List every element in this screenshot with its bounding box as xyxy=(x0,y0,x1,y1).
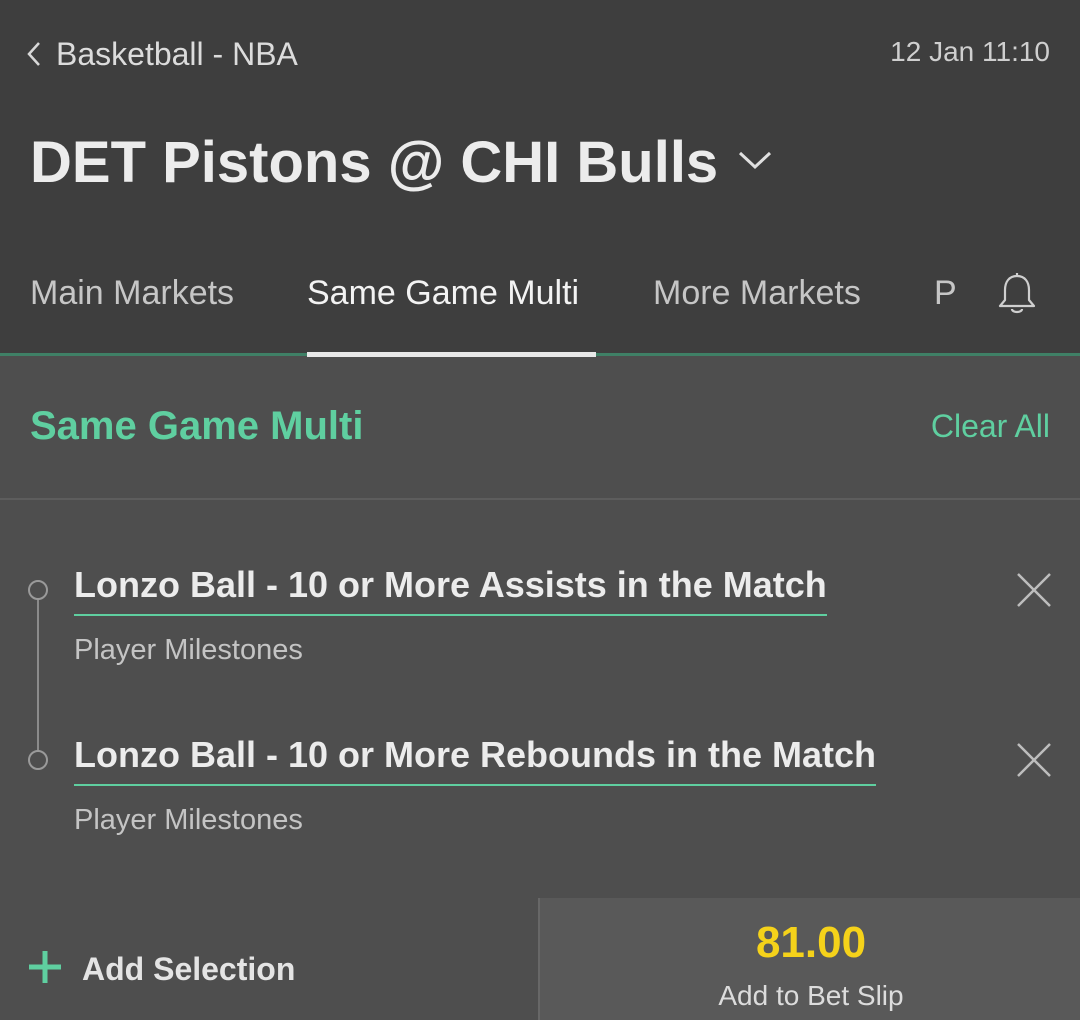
selection-market: Player Milestones xyxy=(74,804,303,836)
match-title: DET Pistons @ CHI Bulls xyxy=(30,129,719,195)
add-to-betslip-label: Add to Bet Slip xyxy=(718,980,904,1011)
event-datetime: 12 Jan 11:10 xyxy=(890,36,1050,67)
tab-same-game-multi[interactable]: Same Game Multi xyxy=(307,274,579,313)
match-selector[interactable]: DET Pistons @ CHI Bulls xyxy=(30,120,772,204)
selection-list: Lonzo Ball - 10 or More Assists in the M… xyxy=(0,502,1080,898)
combined-odds: 81.00 xyxy=(755,918,867,967)
list-item: Lonzo Ball - 10 or More Assists in the M… xyxy=(74,564,827,667)
same-game-multi-screen: Basketball - NBA 12 Jan 11:10 DET Piston… xyxy=(0,0,1080,1020)
bell-icon[interactable] xyxy=(996,272,1038,321)
market-tabs: Main Markets Same Game Multi More Market… xyxy=(0,262,1080,352)
sgm-header: Same Game Multi Clear All xyxy=(0,358,1080,500)
tab-more-markets[interactable]: More Markets xyxy=(653,274,861,313)
chevron-down-icon xyxy=(738,150,772,175)
add-selection-label: Add Selection xyxy=(82,950,296,987)
clear-all-button[interactable]: Clear All xyxy=(931,408,1050,445)
plus-icon xyxy=(28,950,62,989)
breadcrumb-label: Basketball - NBA xyxy=(56,35,298,72)
chevron-left-icon xyxy=(26,41,42,67)
active-tab-indicator xyxy=(307,352,596,357)
list-item: Lonzo Ball - 10 or More Rebounds in the … xyxy=(74,734,877,837)
back-button[interactable]: Basketball - NBA xyxy=(26,34,298,74)
add-selection-button[interactable]: Add Selection xyxy=(28,948,295,990)
timeline-dot xyxy=(28,580,48,600)
sgm-title: Same Game Multi xyxy=(30,404,364,448)
close-icon[interactable] xyxy=(1016,572,1052,608)
add-to-betslip-button[interactable]: 81.00 Add to Bet Slip xyxy=(538,898,1080,1020)
selection-market: Player Milestones xyxy=(74,634,303,666)
close-icon[interactable] xyxy=(1016,742,1052,778)
timeline-dot xyxy=(28,750,48,770)
tab-partial[interactable]: P xyxy=(934,274,957,313)
event-header: Basketball - NBA 12 Jan 11:10 DET Piston… xyxy=(0,0,1080,356)
selection-title[interactable]: Lonzo Ball - 10 or More Rebounds in the … xyxy=(74,734,877,786)
tab-main-markets[interactable]: Main Markets xyxy=(30,274,234,313)
timeline-connector xyxy=(37,598,39,754)
selection-title[interactable]: Lonzo Ball - 10 or More Assists in the M… xyxy=(74,564,827,616)
